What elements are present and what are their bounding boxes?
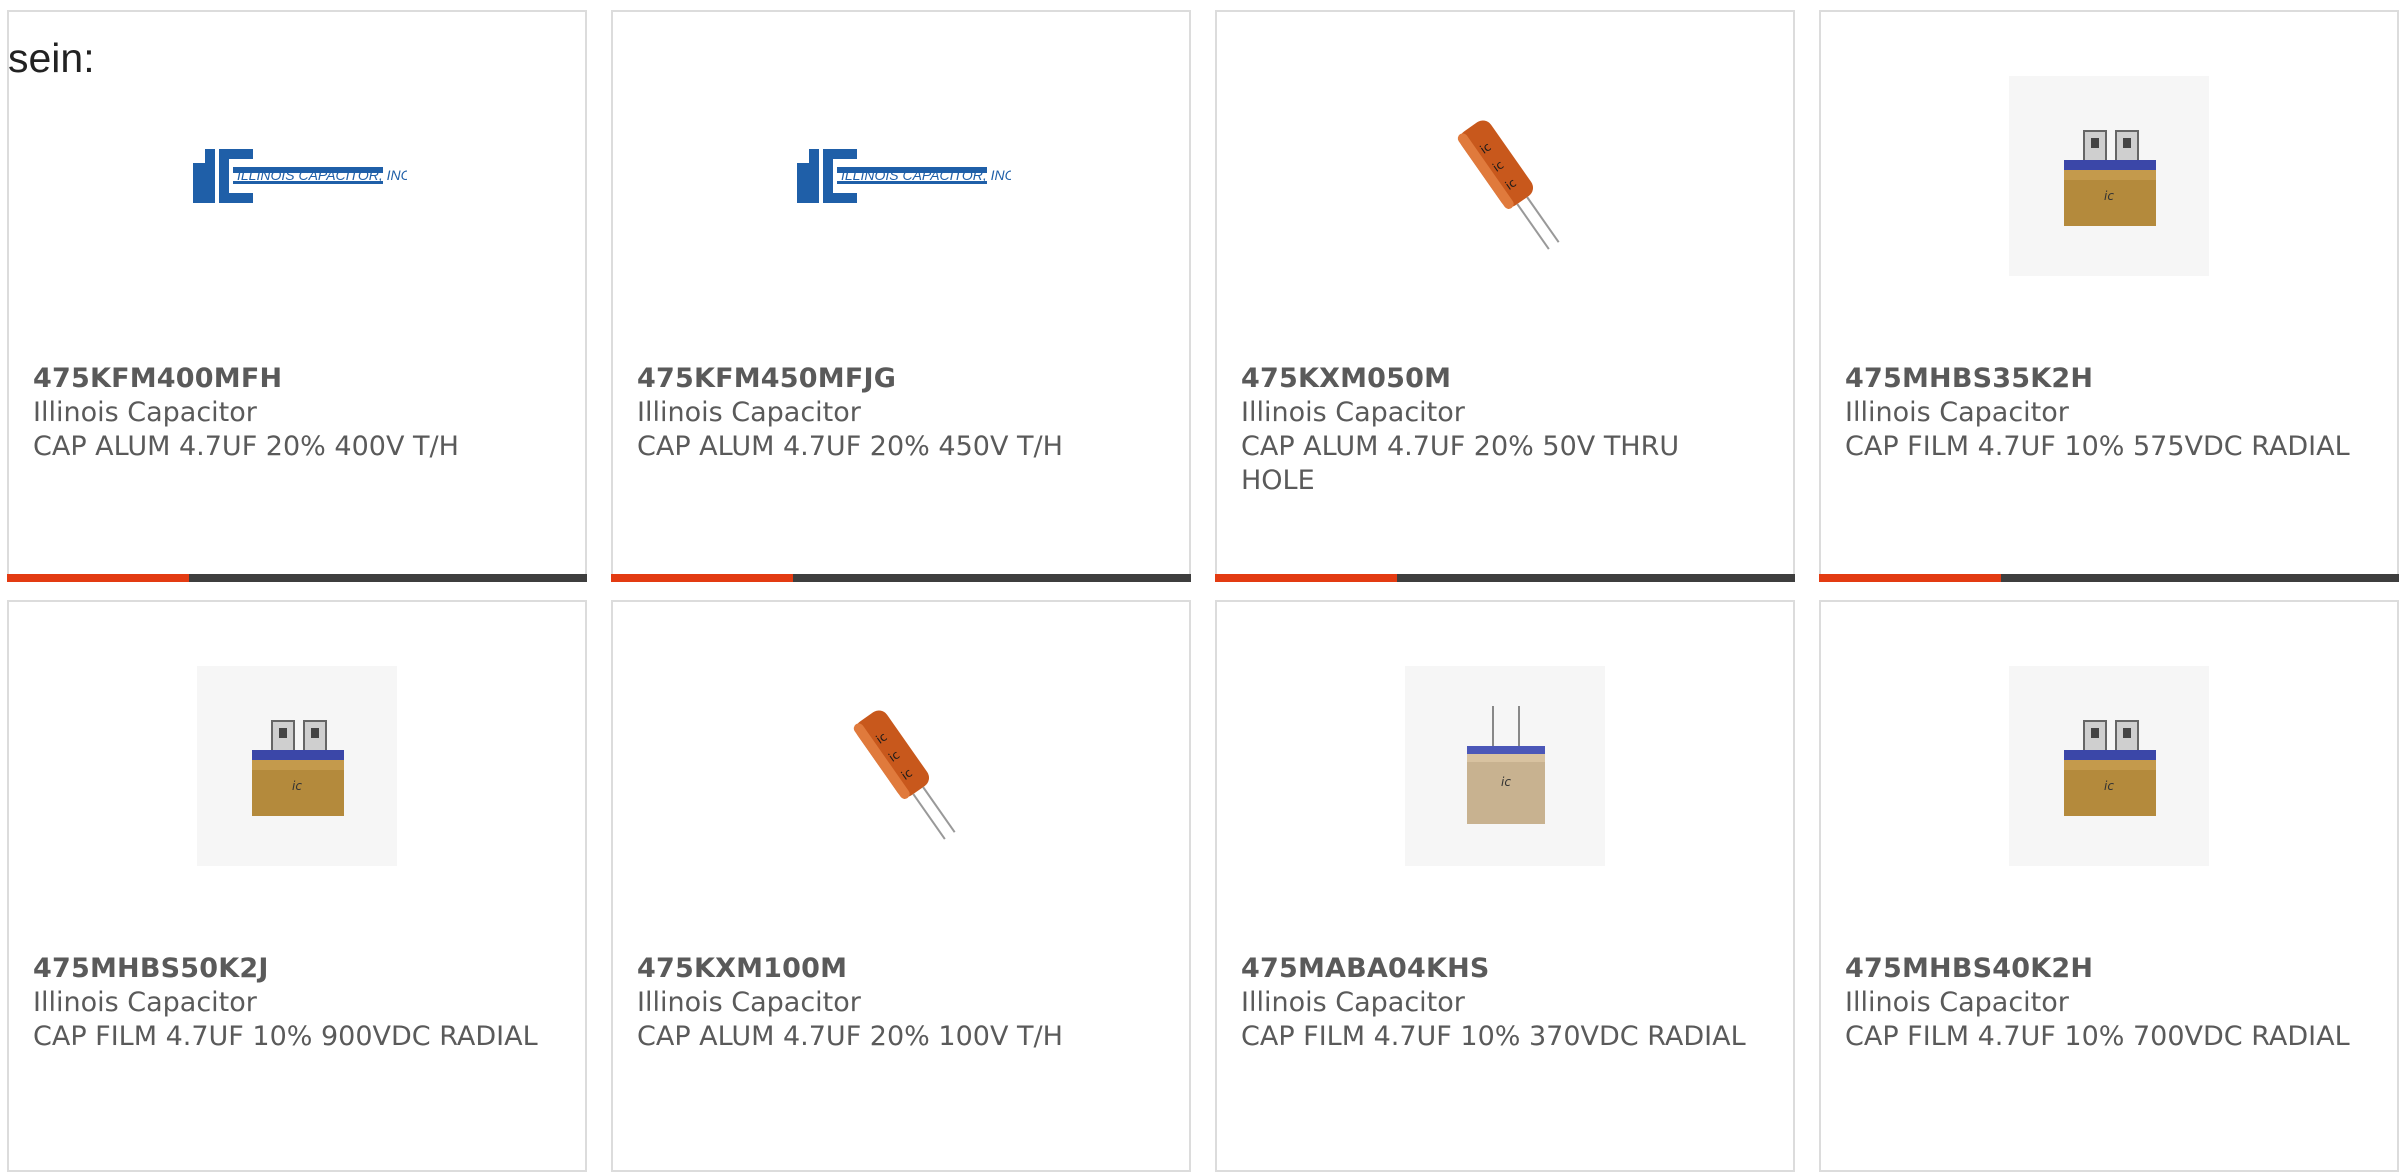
- card-footer-bar: [1819, 574, 2399, 582]
- description: CAP ALUM 4.7UF 20% 100V T/H: [637, 1021, 1063, 1052]
- manufacturer: Illinois Capacitor: [637, 397, 861, 428]
- product-card[interactable]: ic 475MHBS50K2J Illinois Capacitor CAP F…: [7, 600, 587, 1172]
- thumbnail-frame: ic: [2009, 76, 2209, 276]
- illinois-capacitor-logo: ILLINOIS CAPACITOR, INC.: [193, 149, 407, 203]
- description: CAP ALUM 4.7UF 20% 400V T/H: [33, 431, 459, 462]
- manufacturer: Illinois Capacitor: [33, 987, 257, 1018]
- product-meta: 475MHBS40K2H Illinois Capacitor CAP FILM…: [1845, 952, 2373, 1054]
- svg-text:ic: ic: [2104, 779, 2114, 793]
- manufacturer: Illinois Capacitor: [637, 987, 861, 1018]
- product-card[interactable]: ILLINOIS CAPACITOR, INC. 475KFM400MFH Il…: [7, 10, 587, 582]
- manufacturer: Illinois Capacitor: [1845, 397, 2069, 428]
- manufacturer: Illinois Capacitor: [33, 397, 257, 428]
- electrolytic-capacitor-icon: ic ic ic: [1457, 120, 1560, 250]
- product-card[interactable]: ILLINOIS CAPACITOR, INC. 475KFM450MFJG I…: [611, 10, 1191, 582]
- electrolytic-capacitor-icon: ic ic ic: [853, 710, 956, 840]
- part-number[interactable]: 475MHBS50K2J: [33, 952, 561, 986]
- film-capacitor-icon: ic: [1467, 706, 1545, 824]
- film-capacitor-icon: ic: [2064, 720, 2156, 816]
- product-image: ILLINOIS CAPACITOR, INC.: [613, 60, 1189, 292]
- description: CAP FILM 4.7UF 10% 900VDC RADIAL: [33, 1021, 538, 1052]
- part-number[interactable]: 475KXM100M: [637, 952, 1165, 986]
- product-card[interactable]: ic 475MHBS35K2H Illinois Capacitor CAP F…: [1819, 10, 2399, 582]
- part-number[interactable]: 475MHBS40K2H: [1845, 952, 2373, 986]
- thumbnail-frame: ic: [1405, 666, 1605, 866]
- svg-text:ILLINOIS CAPACITOR, INC.: ILLINOIS CAPACITOR, INC.: [237, 167, 407, 183]
- card-accent: [1215, 574, 1397, 582]
- product-meta: 475KXM050M Illinois Capacitor CAP ALUM 4…: [1241, 362, 1769, 498]
- manufacturer: Illinois Capacitor: [1241, 987, 1465, 1018]
- product-card[interactable]: ic ic ic 475KXM050M Illinois Capacitor C…: [1215, 10, 1795, 582]
- product-meta: 475MHBS50K2J Illinois Capacitor CAP FILM…: [33, 952, 561, 1054]
- description: CAP ALUM 4.7UF 20% 50V THRU HOLE: [1241, 431, 1680, 496]
- product-grid: ILLINOIS CAPACITOR, INC. 475KFM400MFH Il…: [0, 0, 2400, 1172]
- part-number[interactable]: 475MHBS35K2H: [1845, 362, 2373, 396]
- description: CAP FILM 4.7UF 10% 370VDC RADIAL: [1241, 1021, 1746, 1052]
- product-image: ic: [1217, 650, 1793, 882]
- svg-text:ic: ic: [2104, 189, 2114, 203]
- thumbnail-frame: ic: [2009, 666, 2209, 866]
- product-meta: 475KFM450MFJG Illinois Capacitor CAP ALU…: [637, 362, 1165, 464]
- description: CAP ALUM 4.7UF 20% 450V T/H: [637, 431, 1063, 462]
- product-image: ic: [1821, 650, 2397, 882]
- part-number[interactable]: 475KXM050M: [1241, 362, 1769, 396]
- manufacturer: Illinois Capacitor: [1241, 397, 1465, 428]
- product-meta: 475KXM100M Illinois Capacitor CAP ALUM 4…: [637, 952, 1165, 1054]
- product-card[interactable]: ic 475MABA04KHS Illinois Capacitor CAP F…: [1215, 600, 1795, 1172]
- card-footer-bar: [611, 574, 1191, 582]
- description: CAP FILM 4.7UF 10% 575VDC RADIAL: [1845, 431, 2350, 462]
- description: CAP FILM 4.7UF 10% 700VDC RADIAL: [1845, 1021, 2350, 1052]
- product-card[interactable]: ic ic ic 475KXM100M Illinois Capacitor C…: [611, 600, 1191, 1172]
- product-meta: 475KFM400MFH Illinois Capacitor CAP ALUM…: [33, 362, 561, 464]
- product-image: ILLINOIS CAPACITOR, INC.: [9, 60, 585, 292]
- product-image: ic ic ic: [1217, 60, 1793, 292]
- card-accent: [7, 574, 189, 582]
- film-capacitor-icon: ic: [252, 720, 344, 816]
- product-card[interactable]: ic 475MHBS40K2H Illinois Capacitor CAP F…: [1819, 600, 2399, 1172]
- part-number[interactable]: 475KFM400MFH: [33, 362, 561, 396]
- intro-text: sein:: [8, 35, 95, 81]
- product-meta: 475MABA04KHS Illinois Capacitor CAP FILM…: [1241, 952, 1769, 1054]
- product-image: ic: [9, 650, 585, 882]
- svg-text:ILLINOIS CAPACITOR, INC.: ILLINOIS CAPACITOR, INC.: [841, 167, 1011, 183]
- part-number[interactable]: 475MABA04KHS: [1241, 952, 1769, 986]
- card-accent: [611, 574, 793, 582]
- card-footer-bar: [7, 574, 587, 582]
- svg-text:ic: ic: [1501, 775, 1511, 789]
- svg-text:ic: ic: [292, 779, 302, 793]
- product-image: ic: [1821, 60, 2397, 292]
- thumbnail-frame: ic: [197, 666, 397, 866]
- manufacturer: Illinois Capacitor: [1845, 987, 2069, 1018]
- illinois-capacitor-logo: ILLINOIS CAPACITOR, INC.: [797, 149, 1011, 203]
- product-image: ic ic ic: [613, 650, 1189, 882]
- card-accent: [1819, 574, 2001, 582]
- film-capacitor-icon: ic: [2064, 130, 2156, 226]
- part-number[interactable]: 475KFM450MFJG: [637, 362, 1165, 396]
- product-meta: 475MHBS35K2H Illinois Capacitor CAP FILM…: [1845, 362, 2373, 464]
- card-footer-bar: [1215, 574, 1795, 582]
